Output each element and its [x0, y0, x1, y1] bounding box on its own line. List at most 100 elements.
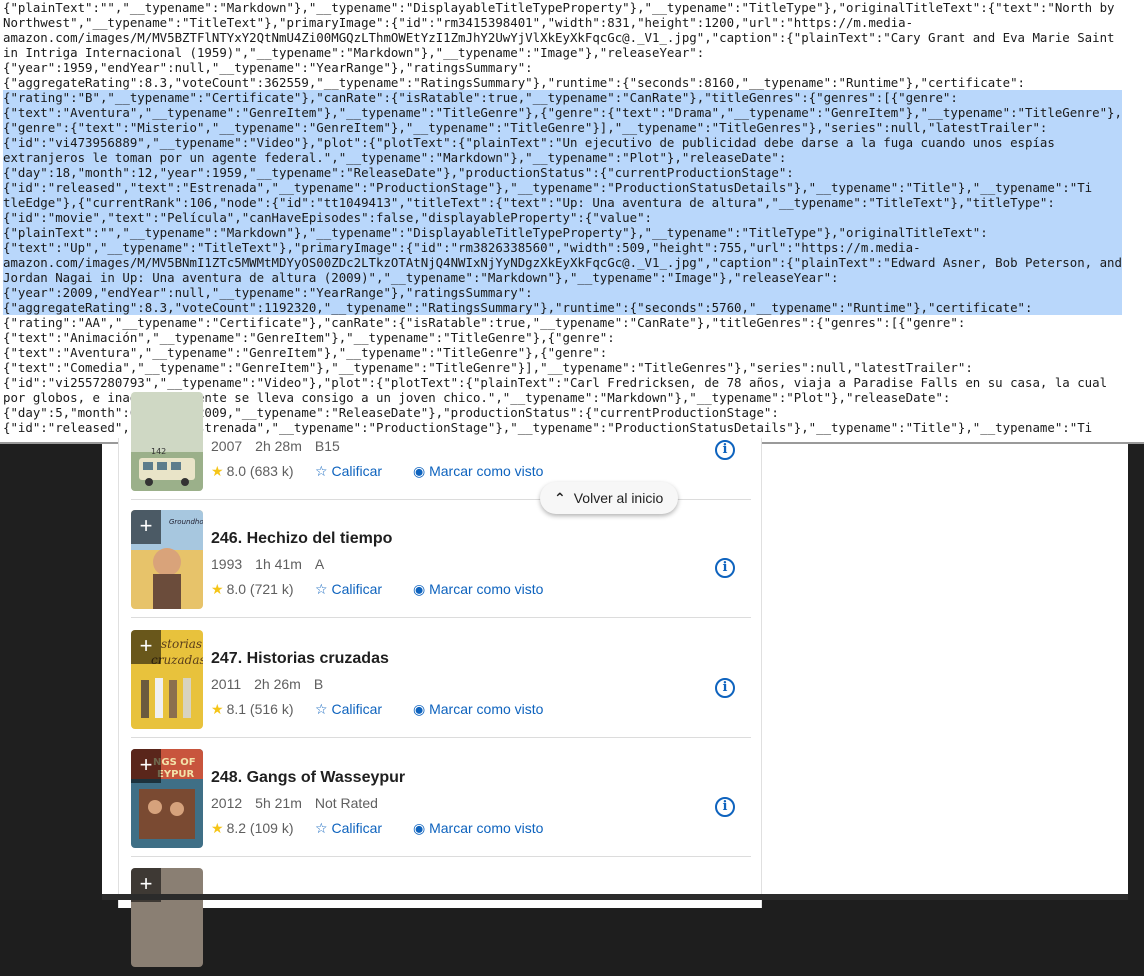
- vote-count: (516 k): [249, 701, 294, 717]
- rating-value: 8.1: [226, 701, 247, 717]
- movie-year: 2011: [211, 676, 242, 692]
- movie-meta: 2012 5h 21m Not Rated: [211, 795, 391, 811]
- json-line: extranjeros le toman por un agente feder…: [3, 150, 1122, 165]
- star-outline-icon: ☆: [315, 820, 328, 836]
- json-line: tleEdge"},{"currentRank":106,"node":{"id…: [3, 195, 1122, 210]
- movie-certificate: B: [313, 676, 324, 692]
- imdb-rating: ★ 8.0 (721 k): [211, 581, 294, 598]
- plus-icon[interactable]: +: [131, 630, 161, 664]
- mark-watched-button[interactable]: ◉ Marcar como visto: [413, 581, 543, 598]
- vote-count: (109 k): [249, 820, 294, 836]
- rate-label: Calificar: [331, 581, 383, 597]
- json-line: {"text":"Animación","__typename":"GenreI…: [3, 330, 615, 345]
- rating-value: 8.0: [226, 581, 247, 597]
- info-icon[interactable]: i: [715, 797, 735, 817]
- movie-poster[interactable]: storias cruzadas +: [131, 630, 203, 729]
- json-line: amazon.com/images/M/MV5BNmI1ZTc5MWMtMDYy…: [3, 255, 1122, 270]
- list-item[interactable]: +: [131, 858, 751, 976]
- json-line: {"text":"Comedia","__typename":"GenreIte…: [3, 360, 973, 375]
- row-divider: [131, 737, 751, 738]
- imdb-rating: ★ 8.2 (109 k): [211, 820, 294, 837]
- rating-value: 8.2: [226, 820, 247, 836]
- movie-runtime: 2h 26m: [254, 676, 301, 692]
- eye-icon: ◉: [413, 701, 426, 717]
- json-text: {"plainText":"","__typename":"Markdown"}…: [3, 0, 1122, 435]
- movie-meta: 2011 2h 26m B: [211, 676, 336, 692]
- json-line: {"genre":{"text":"Misterio","__typename"…: [3, 120, 1122, 135]
- mark-watched-button[interactable]: ◉ Marcar como visto: [413, 463, 543, 480]
- svg-text:storias: storias: [161, 637, 202, 651]
- movie-certificate: Not Rated: [314, 795, 378, 811]
- back-to-top-button[interactable]: ⌃ Volver al inicio: [540, 482, 679, 514]
- rate-button[interactable]: ☆ Calificar: [315, 820, 382, 837]
- rate-button[interactable]: ☆ Calificar: [315, 701, 382, 718]
- vote-count: (683 k): [249, 463, 294, 479]
- bottom-edge: [102, 894, 1128, 900]
- json-line: {"year":2009,"endYear":null,"__typename"…: [3, 285, 1122, 300]
- plus-icon[interactable]: +: [131, 749, 161, 783]
- json-line: {"id":"movie","text":"Película","canHave…: [3, 210, 1122, 225]
- movie-certificate: B15: [314, 438, 340, 454]
- watch-label: Marcar como visto: [429, 701, 544, 717]
- rate-button[interactable]: ☆ Calificar: [315, 463, 382, 480]
- list-item[interactable]: storias cruzadas + 247. Historias cruzad…: [131, 620, 751, 738]
- movie-poster[interactable]: Groundhog +: [131, 510, 203, 609]
- plus-icon[interactable]: +: [131, 510, 161, 544]
- watch-label: Marcar como visto: [429, 820, 544, 836]
- info-icon[interactable]: i: [715, 440, 735, 460]
- json-line: {"rating":"AA","__typename":"Certificate…: [3, 315, 966, 330]
- row-divider: [131, 856, 751, 857]
- info-icon[interactable]: i: [715, 678, 735, 698]
- movie-meta: 2007 2h 28m B15: [211, 438, 353, 454]
- movie-runtime: 1h 41m: [255, 556, 302, 572]
- eye-icon: ◉: [413, 820, 426, 836]
- row-divider: [131, 617, 751, 618]
- json-line: {"id":"released","text":"Estrenada","__t…: [3, 180, 1122, 195]
- left-page-margin: [0, 444, 102, 900]
- movie-poster[interactable]: NGS OF EYPUR +: [131, 749, 203, 848]
- back-to-top-label: Volver al inicio: [573, 490, 664, 506]
- movie-year: 2012: [211, 795, 243, 811]
- movie-title[interactable]: 247. Historias cruzadas: [211, 650, 389, 668]
- movie-title[interactable]: 246. Hechizo del tiempo: [211, 530, 392, 548]
- json-viewer-window[interactable]: {"plainText":"","__typename":"Markdown"}…: [0, 0, 1144, 444]
- json-line: {"year":1959,"endYear":null,"__typename"…: [3, 60, 533, 75]
- eye-icon: ◉: [413, 581, 426, 597]
- info-icon[interactable]: i: [715, 558, 735, 578]
- movie-poster[interactable]: +: [131, 868, 203, 967]
- svg-text:142: 142: [151, 447, 166, 456]
- right-page-margin: [1128, 444, 1144, 900]
- watch-label: Marcar como visto: [429, 581, 544, 597]
- json-line: Jordan Nagai in Up: Una aventura de altu…: [3, 270, 1122, 285]
- movie-poster[interactable]: 142: [131, 392, 203, 491]
- mark-watched-button[interactable]: ◉ Marcar como visto: [413, 820, 543, 837]
- json-line: {"plainText":"","__typename":"Markdown"}…: [3, 225, 1122, 240]
- star-icon: ★: [211, 701, 224, 717]
- json-line: Northwest","__typename":"TitleText"},"pr…: [3, 15, 914, 30]
- mark-watched-button[interactable]: ◉ Marcar como visto: [413, 701, 543, 718]
- movie-title[interactable]: 248. Gangs of Wasseypur: [211, 769, 405, 787]
- rate-label: Calificar: [331, 463, 383, 479]
- eye-icon: ◉: [413, 463, 426, 479]
- json-line: amazon.com/images/M/MV5BZTFlNTYxY2QtNmU4…: [3, 30, 1115, 45]
- watch-label: Marcar como visto: [429, 463, 544, 479]
- rate-label: Calificar: [331, 701, 383, 717]
- svg-text:Groundhog: Groundhog: [169, 518, 203, 526]
- rate-button[interactable]: ☆ Calificar: [315, 581, 382, 598]
- json-line: {"id":"vi473956889","__typename":"Video"…: [3, 135, 1122, 150]
- star-icon: ★: [211, 463, 224, 479]
- json-line: {"text":"Up","__typename":"TitleText"},"…: [3, 240, 1122, 255]
- json-line: {"aggregateRating":8.3,"voteCount":11923…: [3, 300, 1122, 315]
- star-icon: ★: [211, 581, 224, 597]
- json-line: {"rating":"B","__typename":"Certificate"…: [3, 90, 1122, 105]
- movie-runtime: 2h 28m: [255, 438, 302, 454]
- star-outline-icon: ☆: [315, 581, 328, 597]
- list-item[interactable]: NGS OF EYPUR + 248. Gangs of Wasseypur 2…: [131, 739, 751, 857]
- chevron-up-icon: ⌃: [554, 490, 566, 506]
- movie-runtime: 5h 21m: [255, 795, 302, 811]
- star-outline-icon: ☆: [315, 701, 328, 717]
- json-line: {"day":18,"month":12,"year":1959,"__type…: [3, 165, 1122, 180]
- rating-value: 8.0: [226, 463, 247, 479]
- imdb-rating: ★ 8.1 (516 k): [211, 701, 294, 718]
- list-item[interactable]: Groundhog + 246. Hechizo del tiempo 1993…: [131, 500, 751, 618]
